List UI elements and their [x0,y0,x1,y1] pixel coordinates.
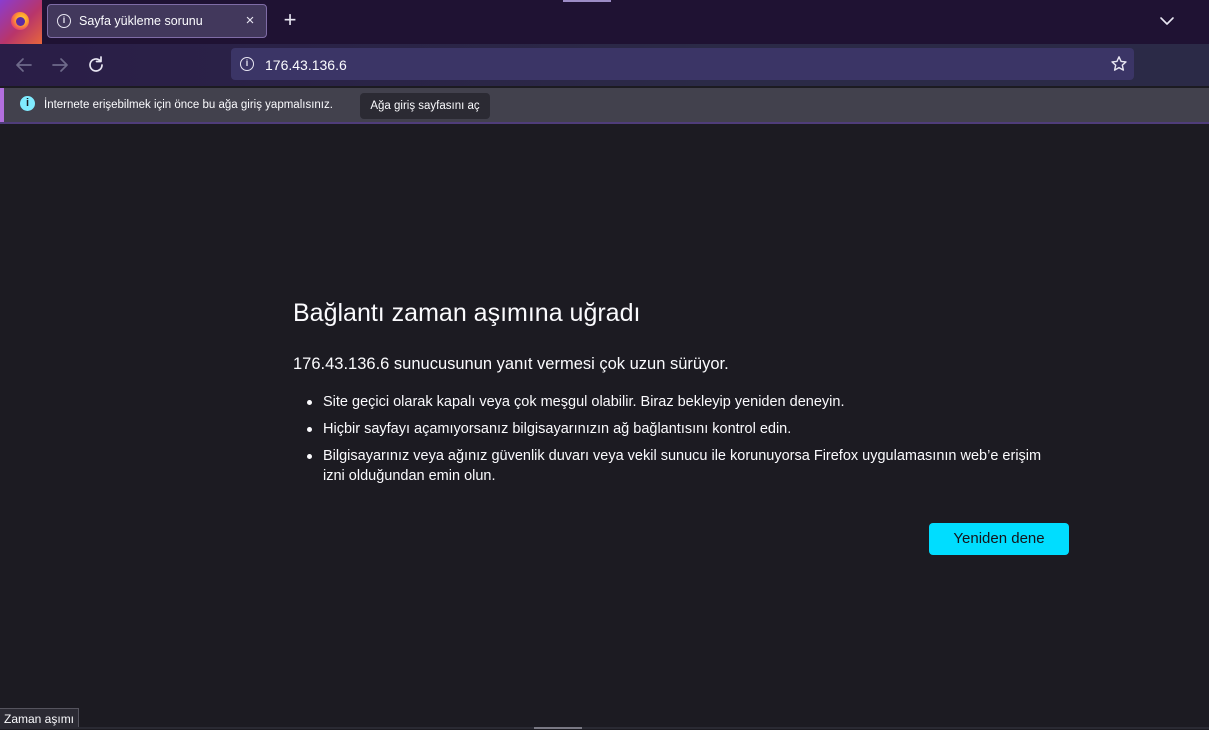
firefox-menu-button[interactable] [0,0,42,44]
info-icon: i [20,96,35,111]
back-arrow-icon[interactable] [13,54,35,76]
address-bar[interactable] [231,48,1134,80]
notification-text: İnternete erişebilmek için önce bu ağa g… [44,99,333,111]
error-title: Bağlantı zaman aşımına uğradı [293,299,641,327]
new-tab-button[interactable]: + [280,9,300,31]
notification-divider [0,122,1209,124]
chevron-down-icon[interactable] [1158,12,1176,30]
forward-arrow-icon[interactable] [49,54,71,76]
close-tab-icon[interactable]: × [242,13,258,29]
site-info-icon[interactable]: i [240,57,254,71]
tab-strip-indicator [563,0,611,2]
info-icon: i [57,14,71,28]
status-panel: Zaman aşımı [0,708,80,729]
open-login-page-button[interactable]: Ağa giriş sayfasını aç [360,93,490,119]
reload-icon[interactable] [85,54,107,76]
error-subtitle: 176.43.136.6 sunucusunun yanıt vermesi ç… [293,355,729,373]
list-item: Hiçbir sayfayı açamıyorsanız bilgisayarı… [293,419,1053,439]
tab-title: Sayfa yükleme sorunu [79,14,203,28]
firefox-logo-icon [11,12,29,30]
tab-active[interactable]: i Sayfa yükleme sorunu × [47,4,267,38]
bookmark-star-icon[interactable] [1110,55,1128,73]
list-item: Bilgisayarınız veya ağınız güvenlik duva… [293,446,1053,486]
error-suggestions: Site geçici olarak kapalı veya çok meşgu… [293,392,1053,493]
url-text[interactable]: 176.43.136.6 [265,57,347,73]
retry-button[interactable]: Yeniden dene [929,523,1069,555]
list-item: Site geçici olarak kapalı veya çok meşgu… [293,392,1053,412]
